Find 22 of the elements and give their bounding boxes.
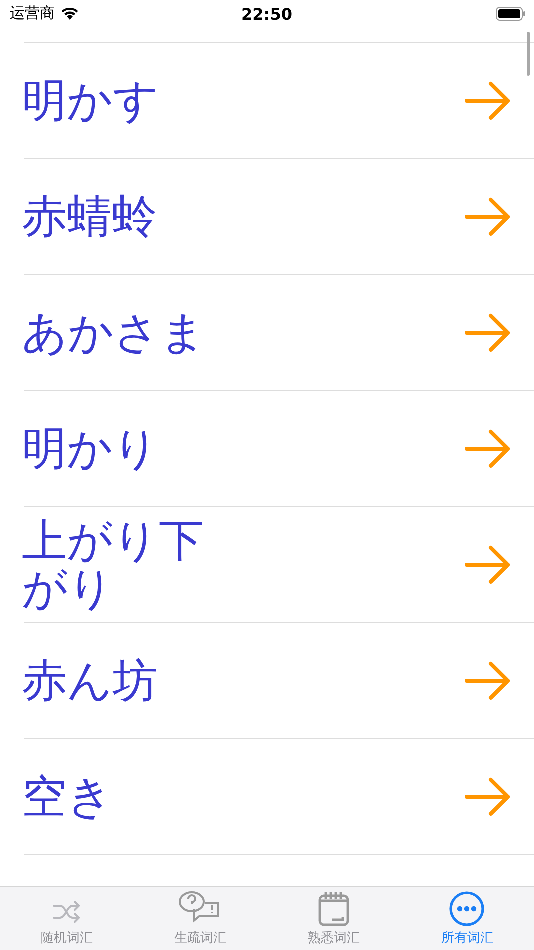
clock-time: 22:50 bbox=[242, 5, 292, 24]
word-label[interactable]: 空き bbox=[22, 772, 212, 820]
word-label[interactable]: 明かり bbox=[22, 424, 212, 472]
notepad-icon bbox=[318, 891, 350, 927]
word-label[interactable]: 赤蜻蛉 bbox=[22, 192, 212, 240]
arrow-right-icon[interactable] bbox=[464, 312, 512, 352]
wifi-icon bbox=[61, 7, 79, 20]
arrow-right-icon[interactable] bbox=[464, 776, 512, 816]
battery-icon bbox=[496, 7, 526, 21]
arrow-right-icon[interactable] bbox=[464, 80, 512, 120]
arrow-right-icon[interactable] bbox=[464, 196, 512, 236]
tab-item[interactable]: 所有词汇 bbox=[400, 887, 534, 950]
word-label[interactable]: 赤ん坊 bbox=[22, 656, 212, 704]
carrier-name: 运营商 bbox=[10, 4, 55, 23]
arrow-right-icon[interactable] bbox=[464, 544, 512, 584]
more-icon bbox=[449, 891, 486, 927]
scroll-indicator bbox=[527, 32, 530, 76]
word-label[interactable]: 上がり下がり bbox=[22, 516, 212, 612]
arrow-right-icon[interactable] bbox=[464, 428, 512, 468]
arrow-right-icon[interactable] bbox=[464, 660, 512, 700]
word-label[interactable]: あかさま bbox=[22, 308, 212, 356]
word-label[interactable]: 明かす bbox=[22, 76, 212, 124]
